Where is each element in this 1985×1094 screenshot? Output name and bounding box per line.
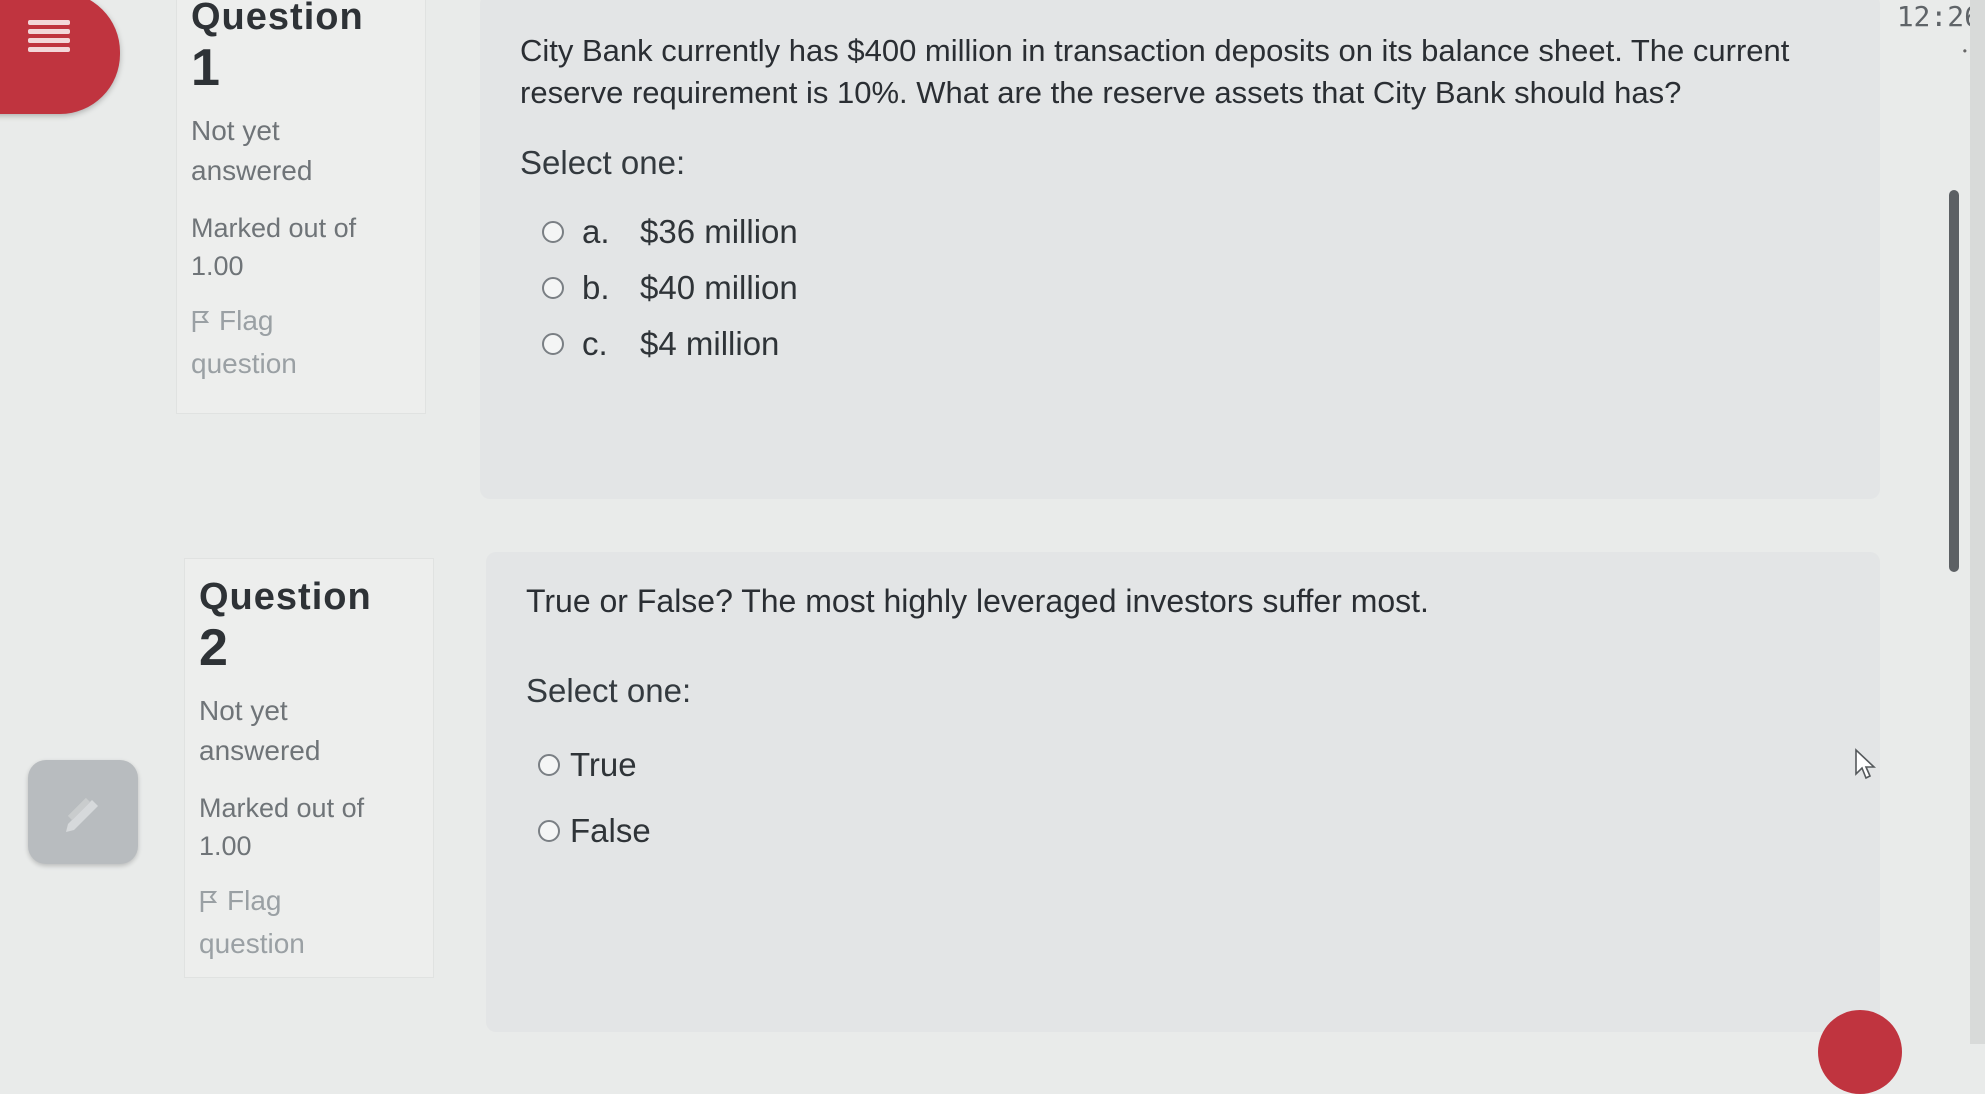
flag-icon (199, 884, 218, 924)
option-letter: c. (582, 325, 608, 362)
option-text: $36 million (640, 213, 798, 250)
question-content-1: City Bank currently has $400 million in … (480, 0, 1880, 499)
question-label: Question (191, 0, 364, 38)
question-number: 1 (191, 39, 220, 97)
option-text: False (570, 812, 651, 849)
select-one-prompt: Select one: (520, 144, 686, 181)
question-marks: Marked out of 1.00 (199, 793, 365, 861)
scrollbar[interactable] (1949, 190, 1959, 572)
question-marks: Marked out of 1.00 (191, 213, 357, 281)
answer-option-true[interactable]: True (538, 732, 1840, 798)
question-info-2: Question 2 Not yet answered Marked out o… (184, 558, 434, 978)
answer-options: a. $36 million b. $40 million c. $4 mill… (542, 204, 1840, 372)
question-content-2: True or False? The most highly leveraged… (486, 552, 1880, 1032)
option-letter: a. (582, 213, 610, 250)
clock: 12:26 (1896, 0, 1981, 33)
cursor-icon (1854, 748, 1878, 787)
flag-question-link[interactable]: Flag question (191, 301, 341, 384)
drawer-toggle-button[interactable] (0, 0, 120, 114)
option-letter: b. (582, 269, 610, 306)
question-label: Question (199, 576, 372, 618)
radio-button[interactable] (538, 820, 560, 842)
radio-button[interactable] (542, 221, 564, 243)
select-one-prompt: Select one: (526, 672, 692, 709)
status-dot: • (1962, 44, 1967, 58)
answer-options: True False (538, 732, 1840, 864)
question-info-1: Question 1 Not yet answered Marked out o… (176, 0, 426, 414)
answer-option-c[interactable]: c. $4 million (542, 316, 1840, 372)
help-button[interactable] (1818, 1010, 1902, 1094)
option-text: $40 million (640, 269, 798, 306)
question-number: 2 (199, 619, 228, 677)
answer-option-a[interactable]: a. $36 million (542, 204, 1840, 260)
flag-icon (191, 304, 210, 344)
question-text: True or False? The most highly leveraged… (526, 583, 1429, 619)
question-text: City Bank currently has $400 million in … (520, 33, 1790, 110)
question-state: Not yet answered (199, 695, 321, 766)
option-text: True (570, 746, 637, 783)
option-text: $4 million (640, 325, 780, 362)
question-state: Not yet answered (191, 115, 313, 186)
radio-button[interactable] (542, 277, 564, 299)
window-edge (1970, 0, 1985, 1044)
radio-button[interactable] (538, 754, 560, 776)
answer-option-false[interactable]: False (538, 798, 1840, 864)
side-edit-button[interactable] (28, 760, 138, 864)
answer-option-b[interactable]: b. $40 million (542, 260, 1840, 316)
flag-question-link[interactable]: Flag question (199, 881, 349, 964)
pencil-icon (58, 788, 108, 843)
menu-icon (28, 20, 70, 52)
radio-button[interactable] (542, 333, 564, 355)
